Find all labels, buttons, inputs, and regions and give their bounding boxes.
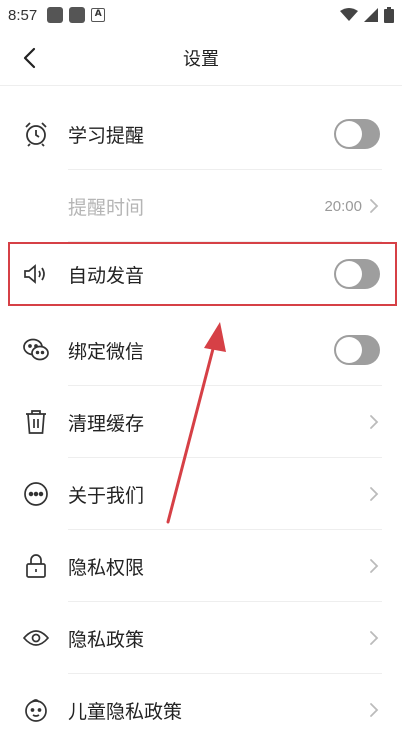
- speaker-icon: [22, 260, 50, 288]
- setting-label: 学习提醒: [68, 124, 145, 147]
- setting-label: 清理缓存: [68, 412, 145, 435]
- chevron-right-icon: [370, 703, 379, 717]
- setting-row-reminder-time[interactable]: 提醒时间 20:00: [0, 170, 402, 242]
- setting-label: 自动发音: [68, 264, 145, 287]
- status-time: 8:57: [8, 6, 38, 24]
- notification-badge-icon: A: [91, 8, 106, 22]
- setting-label: 隐私权限: [68, 556, 145, 579]
- eye-icon: [22, 624, 50, 652]
- chevron-right-icon: [370, 631, 379, 645]
- setting-label: 绑定微信: [68, 340, 145, 363]
- back-button[interactable]: [14, 43, 44, 73]
- alarm-clock-icon: [22, 120, 50, 148]
- chevron-right-icon: [370, 199, 379, 213]
- setting-label: 提醒时间: [68, 196, 145, 219]
- header-bar: 设置: [0, 30, 402, 86]
- chevron-left-icon: [23, 47, 36, 69]
- study-reminder-toggle[interactable]: [334, 119, 380, 149]
- setting-row-clear-cache[interactable]: 清理缓存: [0, 386, 402, 458]
- reminder-time-value: 20:00: [324, 197, 362, 215]
- trash-icon: [22, 408, 50, 436]
- chevron-right-icon: [370, 559, 379, 573]
- chevron-right-icon: [370, 487, 379, 501]
- setting-row-bind-wechat[interactable]: 绑定微信: [0, 314, 402, 386]
- setting-label: 儿童隐私政策: [68, 700, 183, 723]
- setting-row-auto-pronounce[interactable]: 自动发音: [0, 242, 402, 306]
- setting-row-study-reminder[interactable]: 学习提醒: [0, 98, 402, 170]
- page-title: 设置: [183, 48, 219, 70]
- status-bar: 8:57 A: [0, 0, 402, 30]
- more-dots-icon: [22, 480, 50, 508]
- setting-row-child-privacy-policy[interactable]: 儿童隐私政策: [0, 674, 402, 746]
- signal-icon: [364, 8, 378, 22]
- wechat-icon: [22, 336, 50, 364]
- notification-icon: [69, 7, 86, 23]
- setting-row-privacy-permissions[interactable]: 隐私权限: [0, 530, 402, 602]
- wifi-icon: [340, 8, 358, 21]
- bind-wechat-toggle[interactable]: [334, 335, 380, 365]
- lock-icon: [22, 552, 50, 580]
- setting-label: 隐私政策: [68, 628, 145, 651]
- notification-icon: [47, 7, 64, 23]
- chevron-right-icon: [370, 415, 379, 429]
- battery-icon: [384, 7, 394, 23]
- setting-row-privacy-policy[interactable]: 隐私政策: [0, 602, 402, 674]
- auto-pronounce-toggle[interactable]: [334, 259, 380, 289]
- setting-row-about-us[interactable]: 关于我们: [0, 458, 402, 530]
- setting-label: 关于我们: [68, 484, 145, 507]
